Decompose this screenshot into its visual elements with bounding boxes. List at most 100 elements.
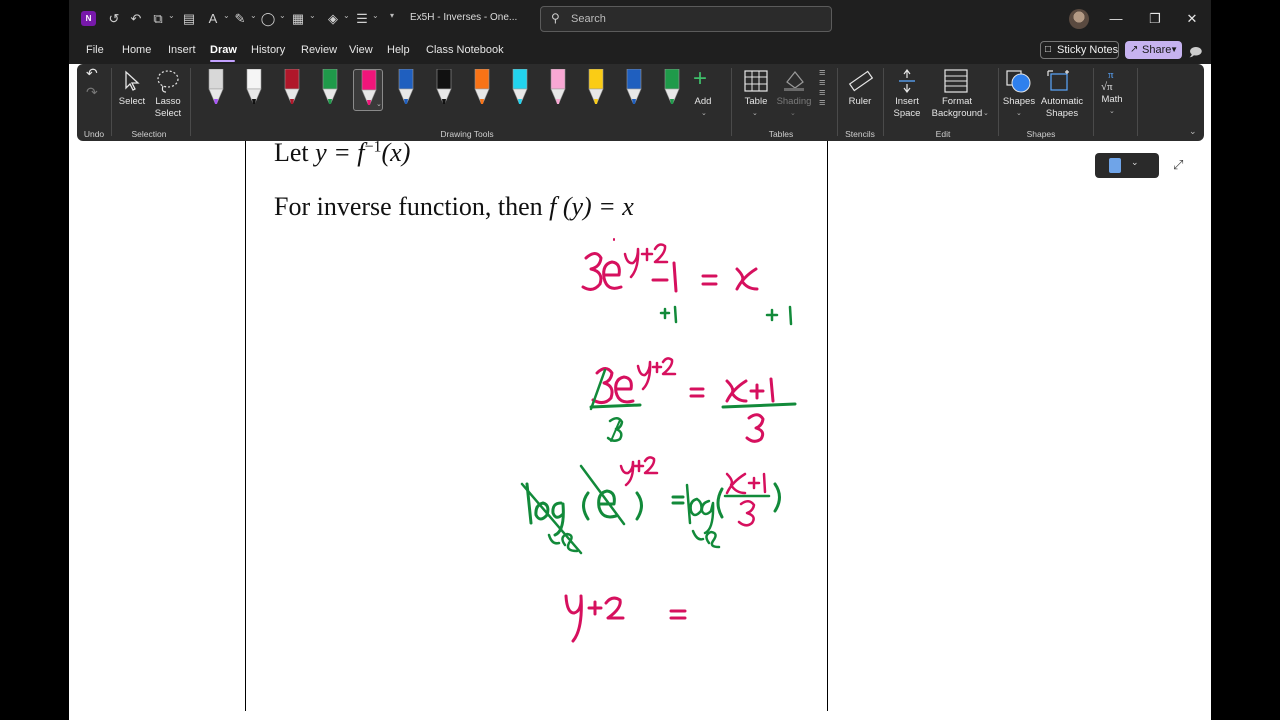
pencil-tool[interactable]: [201, 68, 231, 111]
add-pen-icon[interactable]: +: [693, 66, 707, 92]
chevron-down-icon[interactable]: ⌄: [1016, 109, 1022, 117]
redo-icon[interactable]: ↷: [86, 85, 98, 99]
pen-settings-icon[interactable]: ✎: [231, 10, 249, 28]
ink-letter-x: [735, 267, 759, 291]
screen-clip-icon[interactable]: ⧉: [149, 10, 167, 28]
chevron-down-icon[interactable]: ⌄: [309, 11, 316, 20]
table-button[interactable]: Table: [739, 96, 773, 108]
chevron-down-icon[interactable]: ⌄: [372, 11, 379, 20]
ruler-button[interactable]: Ruler: [843, 96, 877, 108]
blue-fountain-pen-tool[interactable]: [619, 68, 649, 111]
add-pen-button[interactable]: Add: [691, 96, 715, 108]
green-fountain-pen-tool[interactable]: [657, 68, 687, 111]
lasso-select-line1[interactable]: Lasso: [151, 96, 185, 108]
chevron-down-icon[interactable]: ⌄: [376, 100, 382, 108]
tab-review[interactable]: Review: [301, 44, 337, 56]
tab-file[interactable]: File: [86, 44, 104, 56]
chevron-down-icon[interactable]: ⌄: [1109, 107, 1115, 115]
group-label-edit: Edit: [935, 129, 951, 139]
green-pen-tool[interactable]: [315, 68, 345, 111]
magenta-pen-tool[interactable]: ⌄: [353, 69, 383, 111]
tab-draw[interactable]: Draw: [210, 44, 237, 56]
insert-space-line1[interactable]: Insert: [889, 96, 925, 108]
sticky-notes-button[interactable]: □ Sticky Notes: [1040, 41, 1119, 59]
customize-toolbar-icon[interactable]: ▾: [390, 11, 394, 20]
tab-class-notebook[interactable]: Class Notebook: [426, 44, 504, 56]
orange-highlighter-tool[interactable]: [467, 68, 497, 111]
ribbon-separator: [111, 68, 112, 136]
chevron-down-icon[interactable]: ⌄: [279, 11, 286, 20]
ruler-icon: [848, 70, 873, 92]
undo-icon[interactable]: ↶: [86, 66, 98, 80]
tab-help[interactable]: Help: [387, 44, 410, 56]
shapes-button[interactable]: Shapes: [1001, 96, 1037, 108]
avatar[interactable]: [1069, 9, 1089, 29]
restore-button[interactable]: ❐: [1143, 8, 1167, 30]
minimize-button[interactable]: —: [1104, 8, 1128, 30]
math-button[interactable]: Math: [1095, 94, 1129, 106]
notebook-switcher-button[interactable]: ⌄: [1095, 153, 1159, 178]
tab-view[interactable]: View: [349, 44, 373, 56]
close-button[interactable]: ✕: [1180, 8, 1204, 30]
ink-letter-x-c: [725, 472, 747, 495]
format-background-line1[interactable]: Format: [929, 96, 985, 108]
yellow-highlighter-tool[interactable]: [581, 68, 611, 111]
search-input[interactable]: [571, 11, 821, 27]
shapes-icon[interactable]: ◯: [259, 10, 277, 28]
text-pen-tool[interactable]: [239, 68, 269, 111]
chevron-down-icon[interactable]: ⌄: [343, 11, 350, 20]
table-align-icon[interactable]: ≡ ≡ ≡ ≡: [819, 68, 825, 109]
fullpage-expand-icon[interactable]: ⤢: [1173, 157, 1183, 173]
page-canvas[interactable]: Let y = f−1(x) For inverse function, the…: [69, 138, 1211, 720]
sticky-note-icon: □: [1045, 44, 1052, 55]
ribbon-expand-chevron-icon[interactable]: ⌄: [1189, 126, 1197, 137]
fill-icon[interactable]: ◈: [324, 10, 342, 28]
chevron-down-icon[interactable]: ⌄: [223, 11, 230, 20]
chevron-down-icon[interactable]: ⌄: [250, 11, 257, 20]
ink-equals-2: [689, 387, 705, 398]
ink-letter-y-b: [636, 360, 652, 391]
comments-icon[interactable]: 🗩: [1189, 43, 1202, 64]
back-icon[interactable]: ↺: [105, 10, 123, 28]
chevron-down-icon[interactable]: ⌄: [752, 109, 758, 117]
format-background-line2[interactable]: Background: [929, 108, 985, 120]
lasso-icon: [157, 70, 179, 93]
select-button[interactable]: Select: [115, 96, 149, 108]
table-icon[interactable]: ▦: [289, 10, 307, 28]
chevron-down-icon[interactable]: ⌄: [790, 109, 796, 117]
shading-button[interactable]: Shading: [775, 96, 813, 108]
group-label-shapes: Shapes: [1026, 129, 1056, 139]
ink-equals-3: [671, 495, 685, 505]
red-pen-tool[interactable]: [277, 68, 307, 111]
tab-history[interactable]: History: [251, 44, 285, 56]
ink-fraction-bar-right: [721, 402, 797, 409]
cyan-highlighter-tool[interactable]: [505, 68, 535, 111]
automatic-shapes-line1[interactable]: Automatic: [1037, 96, 1087, 108]
pink-highlighter-tool[interactable]: [543, 68, 573, 111]
ink-digit-1: [672, 261, 678, 293]
undo-icon[interactable]: ↶: [127, 10, 145, 28]
ink-fraction-bar-left: [589, 403, 642, 409]
chevron-down-icon[interactable]: ⌄: [168, 11, 175, 20]
search-box[interactable]: ⚲: [540, 6, 832, 32]
share-button[interactable]: ↗ Share ▼: [1125, 41, 1182, 59]
ink-letter-x-b: [725, 379, 748, 403]
blue-pen-tool[interactable]: [391, 68, 421, 111]
search-icon: ⚲: [551, 11, 560, 25]
insert-space-line2[interactable]: Space: [889, 108, 925, 120]
black-pen-tool[interactable]: [429, 68, 459, 111]
chevron-down-icon[interactable]: ⌄: [701, 109, 707, 117]
format-background-icon: [944, 69, 968, 93]
handwritten-ink-layer: [520, 238, 797, 643]
shapes-icon: [1006, 70, 1031, 93]
tab-insert[interactable]: Insert: [168, 44, 196, 56]
note-icon[interactable]: ▤: [180, 10, 198, 28]
chevron-down-icon[interactable]: ⌄: [983, 109, 989, 117]
chevron-down-icon: ⌄: [1131, 157, 1139, 167]
lasso-select-line2[interactable]: Select: [151, 108, 185, 120]
automatic-shapes-line2[interactable]: Shapes: [1037, 108, 1087, 120]
font-color-icon[interactable]: A: [204, 10, 222, 28]
share-label: Share: [1142, 44, 1172, 56]
tab-home[interactable]: Home: [122, 44, 151, 56]
columns-icon[interactable]: ☰: [353, 10, 371, 28]
